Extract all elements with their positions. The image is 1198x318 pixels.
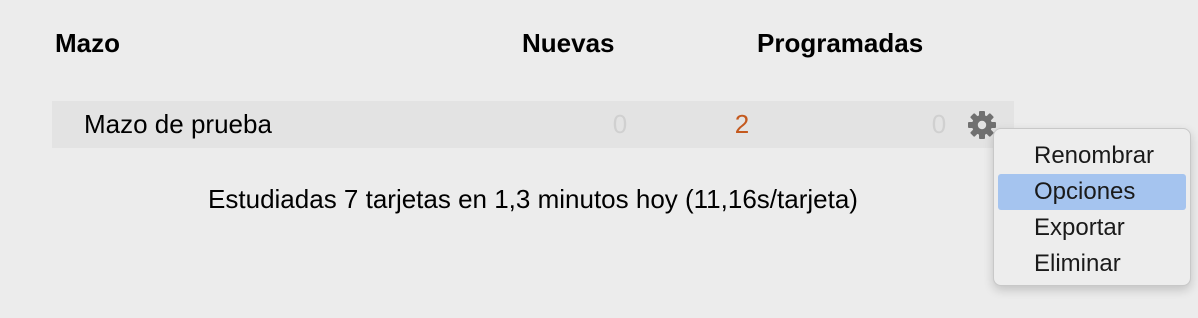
learn-count: 2 [734,109,750,139]
study-stats: Estudiadas 7 tarjetas en 1,3 minutos hoy… [208,184,858,214]
menu-item-export[interactable]: Exportar [998,210,1186,246]
menu-item-delete[interactable]: Eliminar [998,246,1186,282]
due-count: 0 [931,109,947,139]
deck-name-link[interactable]: Mazo de prueba [84,107,272,141]
new-count: 0 [612,109,628,139]
menu-item-rename[interactable]: Renombrar [998,138,1186,174]
column-header-deck: Mazo [55,28,120,58]
deck-row[interactable]: Mazo de prueba 0 2 0 [52,101,1014,148]
menu-item-options[interactable]: Opciones [998,174,1186,210]
column-header-due: Programadas [757,28,924,58]
column-header-new: Nuevas [522,28,615,58]
deck-context-menu: Renombrar Opciones Exportar Eliminar [993,128,1191,286]
